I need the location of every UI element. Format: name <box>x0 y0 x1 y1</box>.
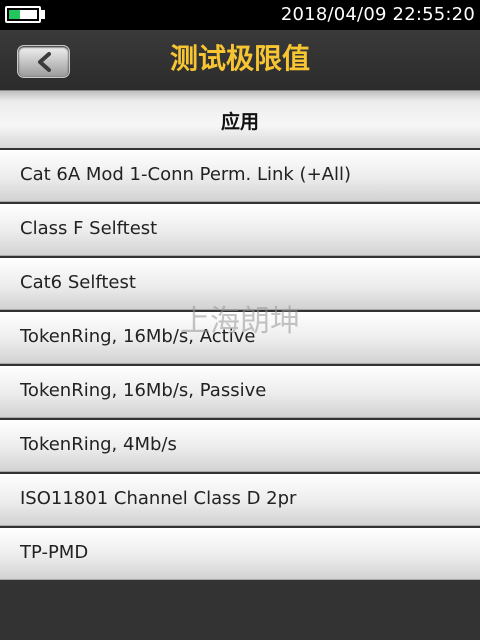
battery-level <box>9 10 21 19</box>
limit-list: Cat 6A Mod 1-Conn Perm. Link (+All) Clas… <box>0 148 480 580</box>
list-item[interactable]: Cat 6A Mod 1-Conn Perm. Link (+All) <box>0 150 480 202</box>
title-bar: 测试极限值 <box>0 30 480 90</box>
list-item-label: TokenRing, 4Mb/s <box>20 434 177 455</box>
list-item[interactable]: Cat6 Selftest <box>0 258 480 310</box>
list-item[interactable]: TokenRing, 16Mb/s, Active <box>0 312 480 364</box>
list-item[interactable]: ISO11801 Channel Class D 2pr <box>0 474 480 526</box>
list-item-label: ISO11801 Channel Class D 2pr <box>20 488 297 509</box>
list-header-label: 应用 <box>220 111 259 133</box>
list-item[interactable]: TokenRing, 16Mb/s, Passive <box>0 366 480 418</box>
list-item-label: Cat 6A Mod 1-Conn Perm. Link (+All) <box>20 164 351 185</box>
list-item[interactable]: TP-PMD <box>0 528 480 580</box>
list-item-label: TokenRing, 16Mb/s, Passive <box>20 380 267 401</box>
list-item-label: TokenRing, 16Mb/s, Active <box>20 326 256 347</box>
battery-icon <box>5 6 41 23</box>
list-item-label: Class F Selftest <box>20 218 158 239</box>
status-bar: 2018/04/09 22:55:20 <box>0 0 480 30</box>
list-item-label: Cat6 Selftest <box>20 272 136 293</box>
list-item-label: TP-PMD <box>20 542 89 563</box>
list-item[interactable]: Class F Selftest <box>0 204 480 256</box>
page-title: 测试极限值 <box>169 42 310 75</box>
list-item[interactable]: TokenRing, 4Mb/s <box>0 420 480 472</box>
status-time: 2018/04/09 22:55:20 <box>280 4 475 25</box>
battery-tip <box>41 10 45 19</box>
list-header: 应用 <box>0 90 480 148</box>
